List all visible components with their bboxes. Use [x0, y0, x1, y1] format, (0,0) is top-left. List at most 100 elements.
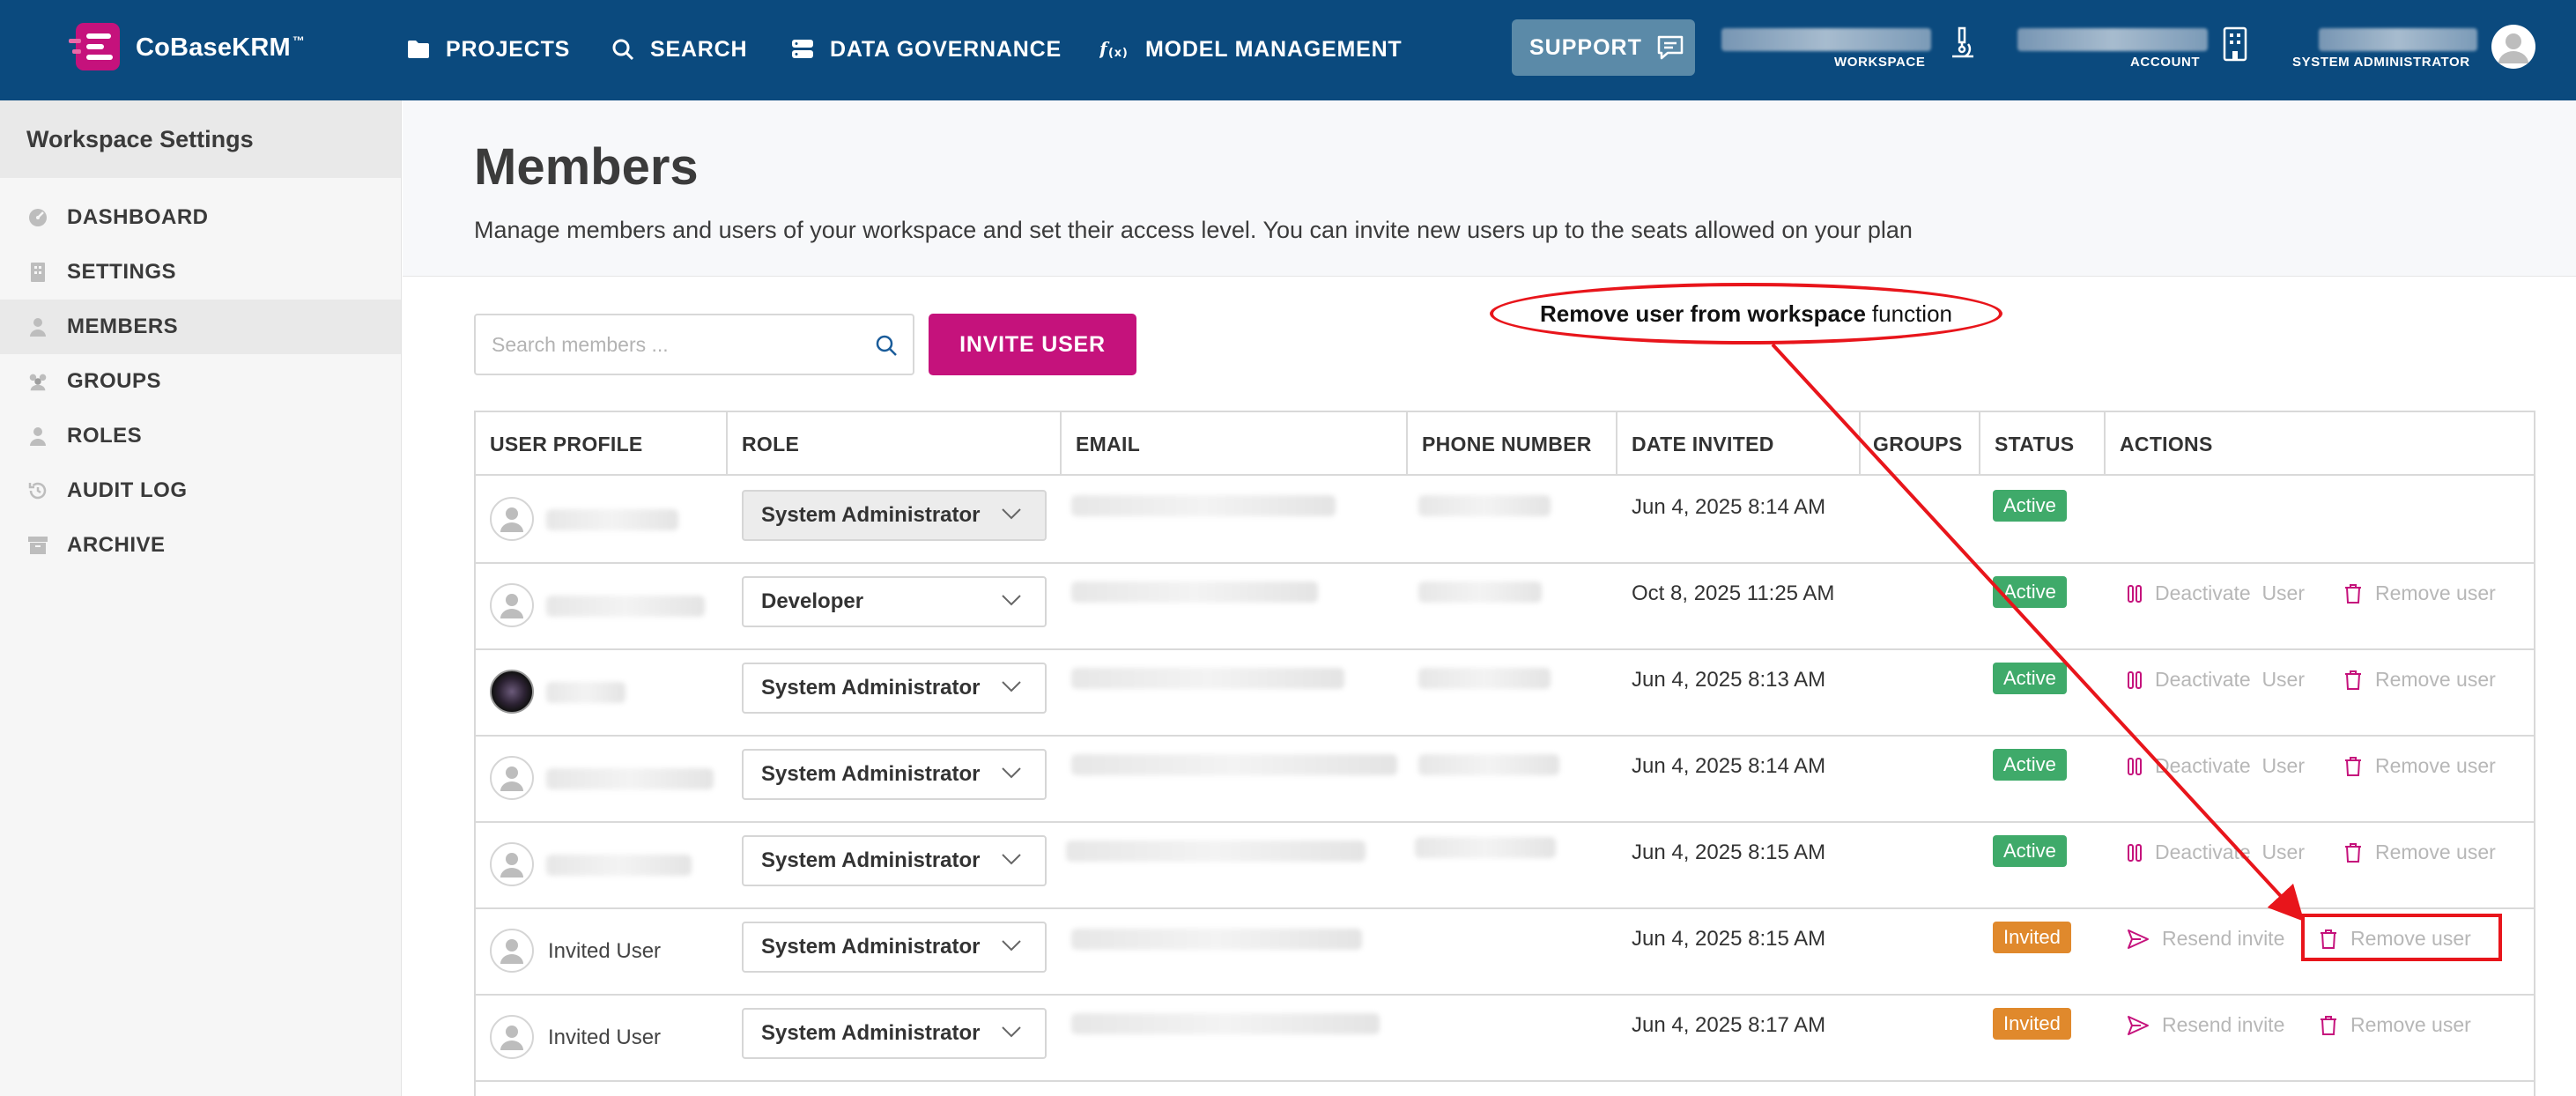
chat-icon [1657, 35, 1684, 60]
column-header-actions: ACTIONS [2120, 433, 2213, 455]
chevron-down-icon [1002, 854, 1021, 865]
sidebar-item-audit-log[interactable]: AUDIT LOG [0, 463, 401, 518]
user-menu[interactable]: SYSTEM ADMINISTRATOR [2292, 25, 2557, 78]
search-icon [612, 39, 634, 61]
column-header-user-profile[interactable]: USER PROFILE [476, 412, 643, 476]
sidebar-item-label: ARCHIVE [67, 533, 166, 557]
user-name-redacted [546, 682, 625, 703]
role-select[interactable]: System Administrator [742, 663, 1047, 714]
pause-icon [2128, 584, 2142, 603]
person-icon [500, 507, 523, 532]
deactivate-user-button[interactable]: Deactivate User [2127, 668, 2305, 692]
person-icon [500, 939, 523, 964]
role-select[interactable]: System Administrator [742, 490, 1047, 541]
deactivate-user-button[interactable]: Deactivate User [2127, 581, 2305, 605]
sidebar-item-dashboard[interactable]: DASHBOARD [0, 190, 401, 245]
phone-redacted [1418, 581, 1542, 603]
workspace-selector[interactable]: WORKSPACE [1721, 25, 1986, 78]
phone-redacted [1418, 754, 1559, 775]
user-role-label: SYSTEM ADMINISTRATOR [2292, 55, 2470, 70]
history-icon [26, 479, 49, 502]
building-icon [26, 261, 49, 284]
sidebar-item-archive[interactable]: ARCHIVE [0, 518, 401, 573]
pause-icon [2128, 757, 2142, 775]
workspace-name-redacted [1721, 28, 1931, 51]
column-header-date-invited[interactable]: DATE INVITED [1617, 412, 1774, 476]
top-navigation-bar: CoBaseKRM ™ PROJECTS SEARCH DATA GOVERNAN… [0, 0, 2576, 100]
sidebar-item-label: SETTINGS [67, 260, 177, 284]
remove-user-button[interactable]: Remove user [2343, 581, 2496, 605]
email-redacted [1071, 495, 1336, 516]
invite-user-button[interactable]: INVITE USER [929, 314, 1136, 375]
user-name-redacted [546, 596, 705, 617]
column-header-role[interactable]: ROLE [728, 412, 799, 476]
app-logo[interactable]: CoBaseKRM ™ [69, 23, 305, 72]
person-icon [500, 853, 523, 878]
archive-icon [26, 534, 49, 557]
resend-invite-button[interactable]: Resend invite [2127, 1013, 2284, 1037]
table-row: System Administrator Jun 4, 2025 8:14 AM… [476, 476, 2534, 562]
table-row: Developer Oct 8, 2025 11:25 AM Active De… [476, 562, 2534, 648]
logo-icon [69, 23, 125, 72]
role-select[interactable]: System Administrator [742, 835, 1047, 886]
column-header-email[interactable]: EMAIL [1062, 412, 1140, 476]
trash-icon [2345, 756, 2361, 776]
search-input[interactable] [492, 315, 862, 374]
column-header-groups[interactable]: GROUPS [1859, 412, 1962, 476]
account-selector[interactable]: ACCOUNT [2017, 25, 2247, 78]
status-badge: Invited [1993, 1008, 2071, 1040]
status-badge: Active [1993, 835, 2067, 867]
date-invited: Jun 4, 2025 8:15 AM [1632, 927, 1826, 951]
column-header-status[interactable]: STATUS [1980, 412, 2074, 476]
resend-invite-button[interactable]: Resend invite [2127, 927, 2284, 951]
deactivate-user-button[interactable]: Deactivate User [2127, 754, 2305, 778]
role-select[interactable]: System Administrator [742, 922, 1047, 973]
support-button[interactable]: SUPPORT [1512, 19, 1695, 76]
avatar [490, 929, 534, 973]
email-redacted [1066, 841, 1366, 862]
sidebar-item-settings[interactable]: SETTINGS [0, 245, 401, 300]
user-name-redacted [2319, 28, 2477, 51]
status-badge: Active [1993, 576, 2067, 608]
person-icon [26, 315, 49, 338]
group-icon [26, 370, 49, 393]
email-redacted [1071, 581, 1318, 603]
person-icon [500, 1026, 523, 1050]
sidebar-item-label: ROLES [67, 424, 143, 448]
pause-icon [2128, 670, 2142, 689]
role-select[interactable]: System Administrator [742, 749, 1047, 800]
sidebar-item-members[interactable]: MEMBERS [0, 300, 401, 354]
sidebar-item-roles[interactable]: ROLES [0, 409, 401, 463]
function-icon: f (x) [1099, 38, 1128, 60]
nav-projects[interactable]: PROJECTS [407, 32, 570, 67]
user-avatar[interactable] [2491, 25, 2535, 69]
page-title: Members [474, 138, 699, 196]
role-select[interactable]: System Administrator [742, 1008, 1047, 1059]
remove-user-button[interactable]: Remove user [2343, 841, 2496, 864]
table-row: Invited User System Administrator Jun 4,… [476, 994, 2534, 1080]
sidebar-item-label: GROUPS [67, 369, 162, 393]
column-header-phone-number[interactable]: PHONE NUMBER [1408, 412, 1592, 476]
table-row: System Administrator Jun 4, 2025 8:13 AM… [476, 648, 2534, 735]
avatar [490, 756, 534, 800]
nav-model-management[interactable]: f (x) MODEL MANAGEMENT [1099, 32, 1403, 67]
trash-icon [2345, 670, 2361, 690]
chevron-down-icon [1002, 681, 1021, 692]
sidebar-item-label: DASHBOARD [67, 205, 209, 229]
role-select[interactable]: Developer [742, 576, 1047, 627]
person-icon [2498, 33, 2528, 63]
chevron-down-icon [1002, 940, 1021, 952]
sidebar-item-groups[interactable]: GROUPS [0, 354, 401, 409]
remove-user-button[interactable]: Remove user [2319, 1013, 2471, 1037]
remove-user-button[interactable]: Remove user [2343, 668, 2496, 692]
nav-search[interactable]: SEARCH [611, 32, 747, 67]
search-icon[interactable] [874, 333, 899, 358]
nav-data-governance[interactable]: DATA GOVERNANCE [791, 32, 1062, 67]
page-description: Manage members and users of your workspa… [474, 217, 1913, 243]
avatar [490, 583, 534, 627]
deactivate-user-button[interactable]: Deactivate User [2127, 841, 2305, 864]
date-invited: Jun 4, 2025 8:15 AM [1632, 841, 1826, 864]
remove-user-button[interactable]: Remove user [2343, 754, 2496, 778]
status-badge: Invited [1993, 922, 2071, 953]
chevron-down-icon [1002, 508, 1021, 520]
